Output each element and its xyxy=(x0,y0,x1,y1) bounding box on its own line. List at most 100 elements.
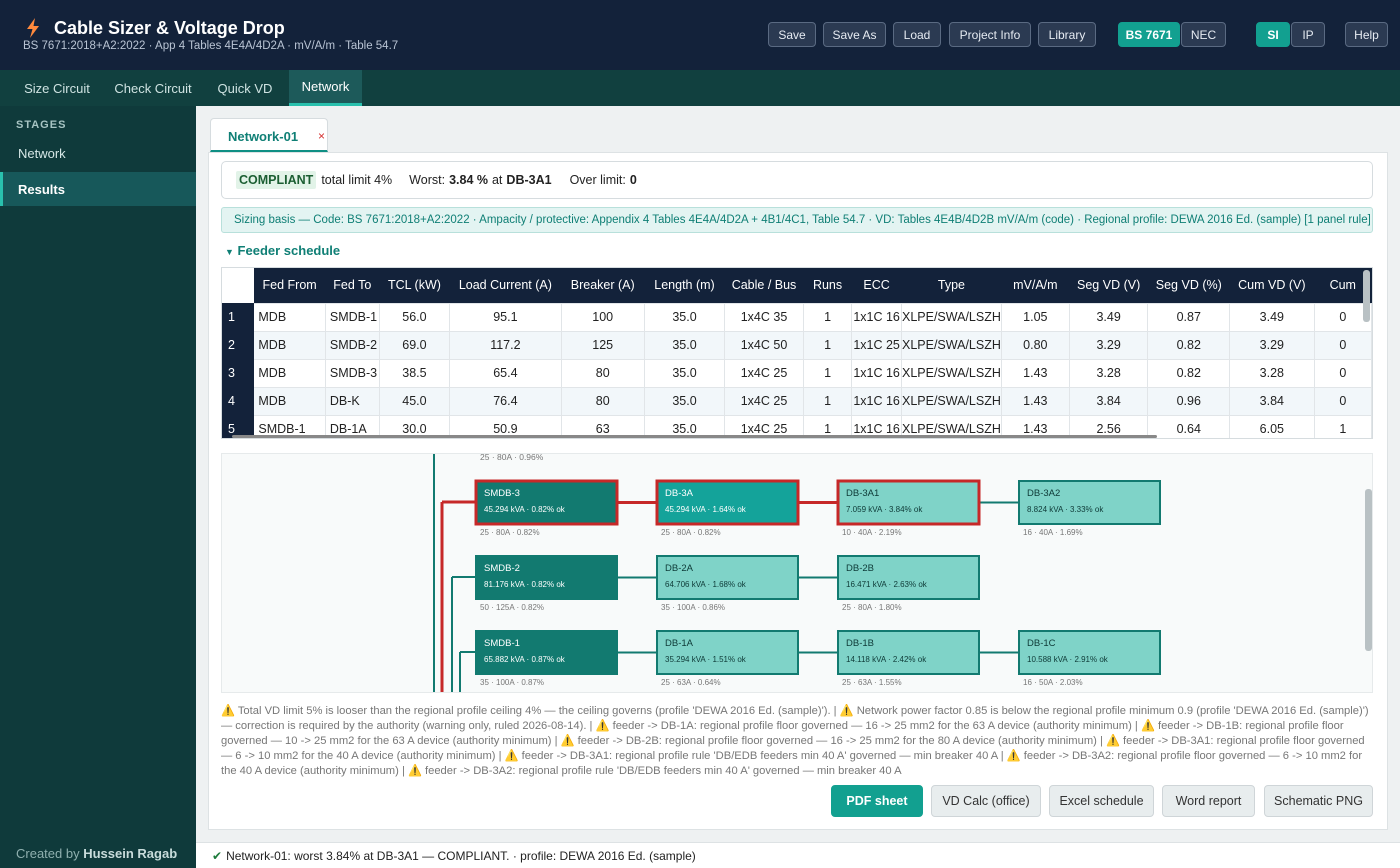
table-cell[interactable]: 0.82 xyxy=(1147,358,1231,388)
save-button[interactable]: Save xyxy=(768,22,816,47)
table-cell[interactable]: MDB xyxy=(253,358,326,388)
vertical-scrollbar[interactable] xyxy=(1363,270,1370,322)
table-cell[interactable]: XLPE/SWA/LSZH xyxy=(901,358,1002,388)
tab-size-circuit[interactable]: Size Circuit xyxy=(14,70,100,106)
table-cell[interactable]: 1x1C 16 xyxy=(851,386,902,416)
tab-quick-vd[interactable]: Quick VD xyxy=(208,70,282,106)
table-cell[interactable]: 0 xyxy=(1313,358,1372,388)
tab-network[interactable]: Network xyxy=(289,70,362,106)
column-header[interactable]: Cum VD (V) xyxy=(1229,268,1315,303)
table-cell[interactable]: 6.05 xyxy=(1229,414,1315,438)
table-cell[interactable]: 3.84 xyxy=(1229,386,1315,416)
table-cell[interactable]: 3.49 xyxy=(1068,302,1149,332)
table-cell[interactable]: 1x1C 16 xyxy=(851,358,902,388)
library-button[interactable]: Library xyxy=(1038,22,1096,47)
document-tab-label[interactable]: Network-01 xyxy=(228,129,298,144)
close-icon[interactable]: × xyxy=(318,129,325,143)
standard-bs7671-toggle[interactable]: BS 7671 xyxy=(1118,22,1180,47)
help-button[interactable]: Help xyxy=(1345,22,1388,47)
table-cell[interactable]: 1.05 xyxy=(1000,302,1070,332)
table-cell[interactable]: 0 xyxy=(1313,386,1372,416)
table-cell[interactable]: 1x4C 35 xyxy=(724,302,804,332)
sidebar-item-results[interactable]: Results xyxy=(0,172,196,206)
standard-nec-toggle[interactable]: NEC xyxy=(1181,22,1226,47)
column-header[interactable]: Fed To xyxy=(325,268,380,303)
table-cell[interactable]: SMDB-2 xyxy=(324,330,380,360)
table-cell[interactable]: 3.28 xyxy=(1068,358,1149,388)
table-cell[interactable]: 1x4C 25 xyxy=(724,358,804,388)
column-header[interactable]: TCL (kW) xyxy=(379,268,450,303)
column-header[interactable]: Length (m) xyxy=(644,268,725,303)
table-cell[interactable]: 1 xyxy=(802,358,853,388)
table-cell[interactable]: 95.1 xyxy=(449,302,562,332)
table-cell[interactable]: 0.87 xyxy=(1147,302,1231,332)
table-cell[interactable]: 76.4 xyxy=(449,386,562,416)
vd-calc-button[interactable]: VD Calc (office) xyxy=(931,785,1041,817)
table-cell[interactable]: SMDB-1 xyxy=(324,302,380,332)
units-si-toggle[interactable]: SI xyxy=(1256,22,1290,47)
column-header[interactable]: Runs xyxy=(803,268,852,303)
table-row[interactable]: 1 MDB SMDB-1 56.0 95.1 100 35.0 1x4C 35 1 1x1C 16… xyxy=(222,302,1372,332)
sidebar-item-network[interactable]: Network xyxy=(0,136,196,170)
table-cell[interactable]: MDB xyxy=(253,330,326,360)
column-header[interactable]: ECC xyxy=(851,268,902,303)
table-cell[interactable]: 0.80 xyxy=(1000,330,1070,360)
table-cell[interactable]: 38.5 xyxy=(378,358,451,388)
table-cell[interactable]: 1.43 xyxy=(1000,358,1070,388)
document-tab[interactable]: Network-01 × xyxy=(210,118,328,152)
tab-check-circuit[interactable]: Check Circuit xyxy=(106,70,200,106)
table-cell[interactable]: SMDB-3 xyxy=(324,358,380,388)
table-cell[interactable]: 3.28 xyxy=(1229,358,1315,388)
feeder-table-wrap[interactable]: Fed From Fed To TCL (kW) Load Current (A… xyxy=(221,267,1373,439)
project-info-button[interactable]: Project Info xyxy=(949,22,1031,47)
column-header[interactable]: Type xyxy=(901,268,1002,303)
table-cell[interactable]: 1x4C 25 xyxy=(724,386,804,416)
table-cell[interactable]: 0.64 xyxy=(1147,414,1231,438)
schematic-png-button[interactable]: Schematic PNG xyxy=(1264,785,1373,817)
units-ip-toggle[interactable]: IP xyxy=(1291,22,1325,47)
table-cell[interactable]: 100 xyxy=(560,302,645,332)
table-cell[interactable]: 1 xyxy=(1313,414,1372,438)
excel-schedule-button[interactable]: Excel schedule xyxy=(1049,785,1154,817)
table-cell[interactable]: 1x1C 25 xyxy=(851,330,902,360)
horizontal-scrollbar[interactable] xyxy=(232,435,1157,438)
load-button[interactable]: Load xyxy=(893,22,941,47)
table-cell[interactable]: 1 xyxy=(802,302,853,332)
table-cell[interactable]: DB-K xyxy=(324,386,380,416)
table-cell[interactable]: 3.29 xyxy=(1229,330,1315,360)
table-row[interactable]: 3 MDB SMDB-3 38.5 65.4 80 35.0 1x4C 25 1 1x1C 16 X… xyxy=(222,358,1372,388)
table-row[interactable]: 4 MDB DB-K 45.0 76.4 80 35.0 1x4C 25 1 1x1C 16 XLP… xyxy=(222,386,1372,416)
column-header[interactable]: Load Current (A) xyxy=(449,268,562,303)
column-header[interactable]: Cable / Bus xyxy=(724,268,804,303)
table-cell[interactable]: 65.4 xyxy=(449,358,562,388)
column-header[interactable]: Fed From xyxy=(253,268,326,303)
table-row[interactable]: 2 MDB SMDB-2 69.0 117.2 125 35.0 1x4C 50 1 1x1C 2… xyxy=(222,330,1372,360)
column-header[interactable]: Seg VD (V) xyxy=(1069,268,1148,303)
diagram-scrollbar[interactable] xyxy=(1365,489,1372,651)
table-cell[interactable]: 1x4C 50 xyxy=(724,330,804,360)
table-cell[interactable]: 35.0 xyxy=(643,358,726,388)
table-cell[interactable]: 0.82 xyxy=(1147,330,1231,360)
save-as-button[interactable]: Save As xyxy=(823,22,886,47)
table-cell[interactable]: 125 xyxy=(560,330,645,360)
column-header[interactable]: Seg VD (%) xyxy=(1147,268,1230,303)
table-cell[interactable]: MDB xyxy=(253,302,326,332)
feeder-schedule-toggle[interactable]: ▼ Feeder schedule xyxy=(225,243,340,258)
table-cell[interactable]: 35.0 xyxy=(643,386,726,416)
table-cell[interactable]: 1 xyxy=(802,330,853,360)
table-cell[interactable]: 45.0 xyxy=(378,386,451,416)
table-cell[interactable]: 1 xyxy=(802,386,853,416)
table-cell[interactable]: XLPE/SWA/LSZH xyxy=(901,302,1002,332)
pdf-sheet-button[interactable]: PDF sheet xyxy=(831,785,923,817)
table-cell[interactable]: MDB xyxy=(253,386,326,416)
table-cell[interactable]: 56.0 xyxy=(378,302,451,332)
table-cell[interactable]: 0 xyxy=(1313,330,1372,360)
table-cell[interactable]: 35.0 xyxy=(643,302,726,332)
column-header[interactable]: mV/A/m xyxy=(1001,268,1070,303)
word-report-button[interactable]: Word report xyxy=(1162,785,1255,817)
table-cell[interactable]: 69.0 xyxy=(378,330,451,360)
table-cell[interactable]: 1.43 xyxy=(1000,386,1070,416)
table-cell[interactable]: XLPE/SWA/LSZH xyxy=(901,330,1002,360)
table-cell[interactable]: 80 xyxy=(560,386,645,416)
table-cell[interactable]: 117.2 xyxy=(449,330,562,360)
